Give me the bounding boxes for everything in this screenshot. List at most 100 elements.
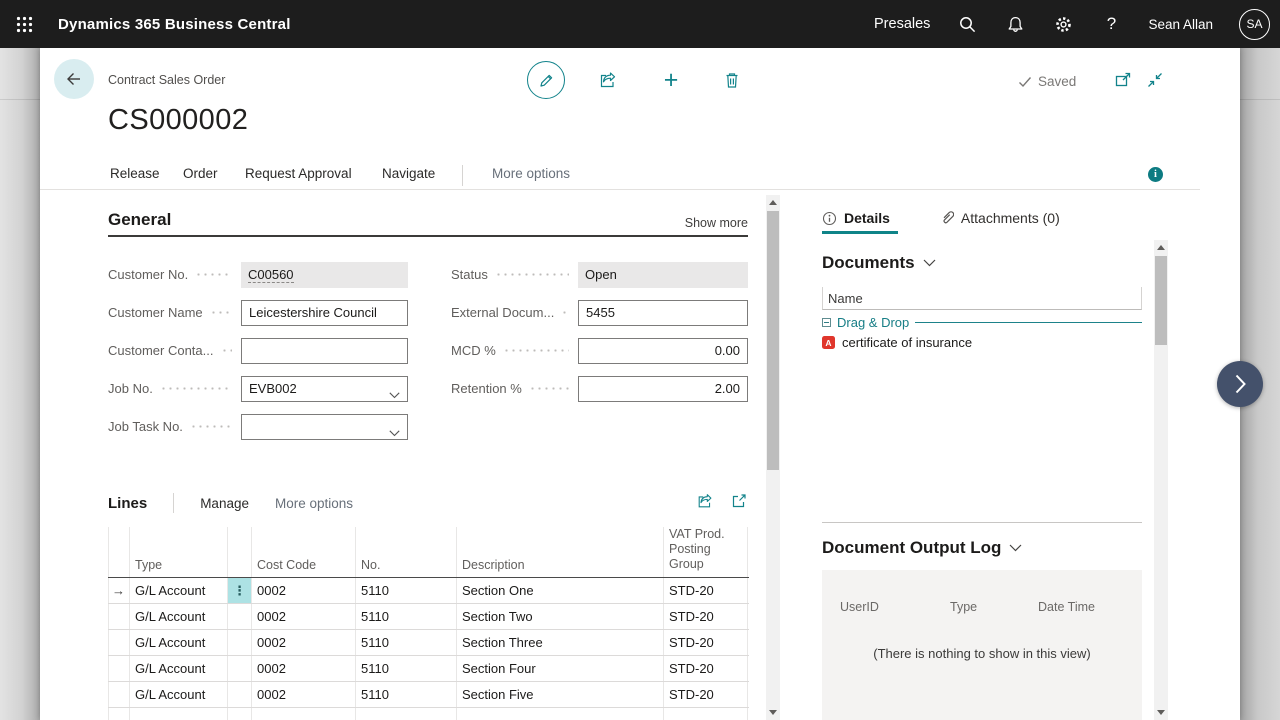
new-button[interactable]: + <box>660 66 682 94</box>
log-col-type[interactable]: Type <box>950 600 977 614</box>
chevron-down-icon <box>923 259 936 267</box>
documents-heading[interactable]: Documents <box>822 253 936 273</box>
open-in-new-window-button[interactable] <box>1112 69 1134 91</box>
general-section-header: General Show more <box>108 206 748 237</box>
factbox-scrollbar-thumb[interactable] <box>1155 256 1167 345</box>
log-col-datetime[interactable]: Date Time <box>1038 600 1095 614</box>
chevron-down-icon <box>1009 544 1022 552</box>
col-no[interactable]: No. <box>356 527 457 577</box>
share-icon <box>600 72 615 88</box>
scroll-up-arrow-icon[interactable] <box>769 200 777 205</box>
log-col-userid[interactable]: UserID <box>840 600 879 614</box>
drag-drop-label[interactable]: Drag & Drop <box>837 315 909 330</box>
lines-more-options[interactable]: More options <box>275 496 353 511</box>
col-cost-code[interactable]: Cost Code <box>252 527 356 577</box>
paperclip-icon <box>943 211 954 224</box>
collapse-arrows-icon <box>1148 73 1162 87</box>
field-customer-name: Customer Name Leicestershire Council <box>108 299 408 326</box>
notifications-bell-icon[interactable] <box>1004 13 1026 35</box>
action-bar: Release Order Request Approval Navigate … <box>40 163 1200 190</box>
field-job-task-no: Job Task No. <box>108 413 408 440</box>
table-row[interactable]: G/L Account 0002 5110 Section Four STD-2… <box>108 656 749 682</box>
pdf-file-icon: A <box>822 336 835 349</box>
action-more-options[interactable]: More options <box>492 166 570 181</box>
customer-no-field[interactable]: C00560 <box>241 261 408 288</box>
lines-section-header: Lines Manage More options <box>108 490 748 516</box>
mcd-pct-field[interactable]: 0.00 <box>578 337 748 364</box>
scroll-down-arrow-icon[interactable] <box>769 710 777 715</box>
page-title: CS000002 <box>108 104 249 136</box>
factbox-divider <box>822 522 1142 523</box>
action-release[interactable]: Release <box>110 166 160 181</box>
document-file-row[interactable]: A certificate of insurance <box>822 335 972 350</box>
app-title[interactable]: Dynamics 365 Business Central <box>58 16 291 33</box>
col-description[interactable]: Description <box>457 527 664 577</box>
action-order[interactable]: Order <box>183 166 218 181</box>
chevron-down-icon[interactable] <box>389 387 400 402</box>
customer-contact-field[interactable] <box>241 337 408 364</box>
document-output-log-heading[interactable]: Document Output Log <box>822 538 1022 558</box>
table-row[interactable]: → G/L Account ⋮ 0002 5110 Section One ST… <box>108 578 749 604</box>
chevron-right-icon <box>1235 374 1246 394</box>
lines-manage-menu[interactable]: Manage <box>200 496 249 511</box>
field-job-no: Job No. EVB002 <box>108 375 408 402</box>
collapse-group-icon[interactable] <box>822 317 831 327</box>
retention-pct-field[interactable]: 2.00 <box>578 375 748 402</box>
status-field: Open <box>578 261 748 288</box>
delete-button[interactable] <box>721 69 743 91</box>
search-icon[interactable] <box>956 13 978 35</box>
environment-name[interactable]: Presales <box>874 16 930 32</box>
customer-name-field[interactable]: Leicestershire Council <box>241 299 408 326</box>
contract-sales-order-page: Contract Sales Order CS000002 + Saved Re… <box>40 48 1240 720</box>
main-scrollbar[interactable] <box>766 195 780 720</box>
factbox-tabs: Details Attachments (0) <box>822 205 1060 231</box>
lines-table: Type Cost Code No. Description VAT Prod.… <box>108 527 749 720</box>
trash-icon <box>726 72 738 88</box>
tab-details[interactable]: Details <box>822 210 890 226</box>
field-mcd-pct: MCD % 0.00 <box>451 337 748 364</box>
table-row[interactable]: G/L Account 0002 5110 Section Three STD-… <box>108 630 749 656</box>
main-scrollbar-thumb[interactable] <box>767 211 779 470</box>
scroll-up-arrow-icon[interactable] <box>1157 245 1165 250</box>
info-badge-icon[interactable]: i <box>1148 167 1163 182</box>
job-no-dropdown[interactable]: EVB002 <box>241 375 408 402</box>
document-output-log-panel: UserID Type Date Time (There is nothing … <box>822 570 1142 720</box>
app-launcher-waffle-icon[interactable] <box>0 0 48 48</box>
col-vat-posting-group[interactable]: VAT Prod. Posting Group <box>664 527 748 577</box>
user-avatar[interactable]: SA <box>1239 8 1270 40</box>
lines-heading: Lines <box>108 494 148 512</box>
file-name[interactable]: certificate of insurance <box>842 335 972 350</box>
collapse-view-button[interactable] <box>1144 69 1166 91</box>
factbox-scrollbar[interactable] <box>1154 240 1168 720</box>
lines-open-in-window-icon[interactable] <box>731 493 748 514</box>
plus-icon: + <box>663 66 679 94</box>
col-type[interactable]: Type <box>130 527 228 577</box>
job-task-no-dropdown[interactable] <box>241 413 408 440</box>
back-button[interactable] <box>54 59 94 99</box>
settings-gear-icon[interactable] <box>1052 13 1074 35</box>
show-more-link[interactable]: Show more <box>685 216 748 230</box>
lines-table-header: Type Cost Code No. Description VAT Prod.… <box>108 527 749 578</box>
active-row-arrow-icon: → <box>112 583 125 598</box>
expand-panel-button[interactable] <box>1217 361 1263 407</box>
share-button[interactable] <box>597 69 619 91</box>
action-navigate[interactable]: Navigate <box>382 166 435 181</box>
table-row[interactable] <box>108 708 749 720</box>
chevron-down-icon[interactable] <box>389 425 400 440</box>
back-arrow-icon <box>67 73 80 85</box>
check-icon <box>1019 76 1032 87</box>
edit-button[interactable] <box>527 61 565 99</box>
tab-attachments[interactable]: Attachments (0) <box>940 210 1060 226</box>
field-customer-contact: Customer Conta... <box>108 337 408 364</box>
scroll-down-arrow-icon[interactable] <box>1157 710 1165 715</box>
documents-name-column-header[interactable]: Name <box>822 287 1142 310</box>
user-name[interactable]: Sean Allan <box>1148 17 1213 32</box>
row-options-dots-icon[interactable]: ⋮ <box>228 578 252 603</box>
lines-share-icon[interactable] <box>696 492 715 515</box>
table-row[interactable]: G/L Account 0002 5110 Section Two STD-20 <box>108 604 749 630</box>
open-in-new-window-icon <box>1115 72 1130 86</box>
action-request-approval[interactable]: Request Approval <box>245 166 352 181</box>
help-icon[interactable]: ? <box>1100 13 1122 35</box>
table-row[interactable]: G/L Account 0002 5110 Section Five STD-2… <box>108 682 749 708</box>
external-document-field[interactable]: 5455 <box>578 299 748 326</box>
